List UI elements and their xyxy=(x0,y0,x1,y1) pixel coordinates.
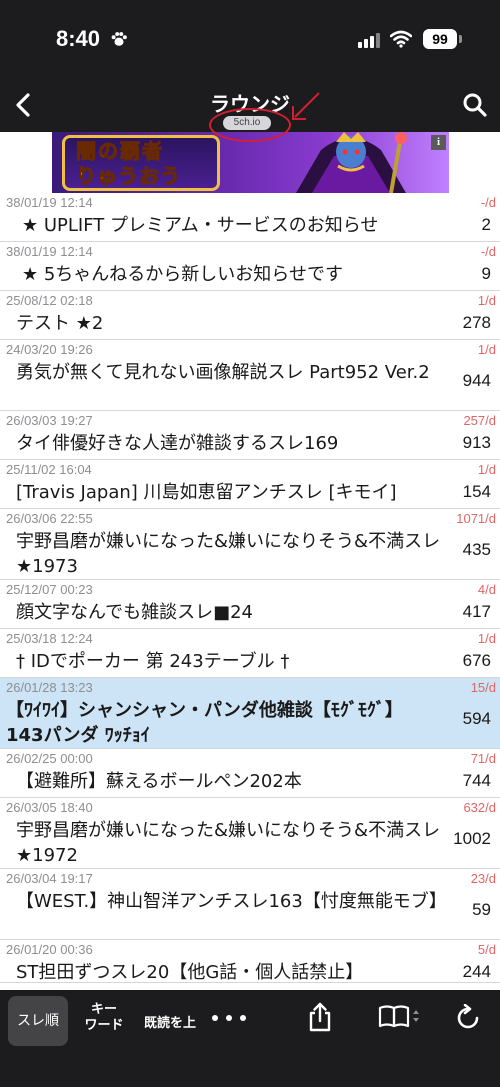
thread-row[interactable]: 25/11/02 16:04 1/d [Travis Japan] 川島如恵留アンチ… xyxy=(0,460,500,509)
keyword-label-line1: キー xyxy=(90,1002,117,1017)
cellular-signal-icon xyxy=(358,32,380,48)
thread-response-count: 59 xyxy=(472,900,491,919)
more-icon[interactable] xyxy=(212,1008,246,1028)
thread-row[interactable]: 38/01/19 12:14 -/d ★ UPLIFT プレミアム・サービスのお知ら… xyxy=(0,193,500,242)
thread-response-count: 244 xyxy=(462,962,491,981)
thread-date: 25/03/18 12:24 xyxy=(6,631,93,646)
thread-title: 宇野昌磨が嫌いになった&嫌いになりそう&不満スレ★1973 xyxy=(16,531,441,577)
search-icon[interactable] xyxy=(462,92,488,118)
thread-rate: 15/d xyxy=(470,680,496,695)
thread-title: ★ 5ちゃんねるから新しいお知らせです xyxy=(22,264,343,285)
thread-row[interactable]: 25/08/12 02:18 1/d テスト ★2 278 xyxy=(0,291,500,340)
thread-rate: 1/d xyxy=(477,342,496,357)
thread-rate: 257/d xyxy=(463,413,496,428)
thread-date: 24/03/20 19:26 xyxy=(6,342,93,357)
thread-rate: 71/d xyxy=(470,751,496,766)
thread-response-count: 944 xyxy=(462,371,491,390)
status-time: 8:40 xyxy=(56,26,101,51)
thread-response-count: 154 xyxy=(462,482,491,501)
thread-list-area[interactable]: 闇の覇者 りゅうおう i 38/01/19 12:14 -/d ★ UPLIFT プ… xyxy=(0,132,500,990)
thread-rate: 4/d xyxy=(477,582,496,597)
thread-rate: -/d xyxy=(480,244,496,259)
thread-row[interactable]: 26/03/06 22:55 1071/d 宇野昌磨が嫌いになった&嫌いになりそう&… xyxy=(0,509,500,580)
thread-rate: -/d xyxy=(480,195,496,210)
thread-response-count: 676 xyxy=(462,651,491,670)
sort-thread-order-button[interactable]: スレ順 xyxy=(8,996,68,1046)
thread-row[interactable]: 26/02/25 00:00 71/d 【避難所】蘇えるボールペン202本 744 xyxy=(0,749,500,798)
thread-rate: 1/d xyxy=(477,293,496,308)
thread-date: 26/01/28 13:23 xyxy=(6,680,93,695)
status-bar: 8:40 99 xyxy=(0,0,500,80)
thread-date: 26/02/25 00:00 xyxy=(6,751,93,766)
thread-title: タイ俳優好きな人達が雑談するスレ169 xyxy=(16,433,339,454)
thread-title: 【避難所】蘇えるボールペン202本 xyxy=(16,771,302,792)
thread-response-count: 278 xyxy=(462,313,491,332)
thread-title: テスト ★2 xyxy=(16,313,104,334)
battery-tip xyxy=(459,35,462,43)
annotation-circle xyxy=(209,108,291,142)
thread-row[interactable]: 26/03/05 18:40 632/d 宇野昌磨が嫌いになった&嫌いになりそう&不… xyxy=(0,798,500,869)
thread-list: 38/01/19 12:14 -/d ★ UPLIFT プレミアム・サービスのお知ら… xyxy=(0,193,500,983)
wifi-icon xyxy=(390,30,412,48)
annotation-arrow-icon xyxy=(292,92,320,120)
ad-info-button[interactable]: i xyxy=(431,135,446,150)
thread-date: 25/08/12 02:18 xyxy=(6,293,93,308)
thread-response-count: 417 xyxy=(462,602,491,621)
thread-title: 顔文字なんでも雑談スレ■24 xyxy=(16,602,254,623)
bookmarks-icon[interactable] xyxy=(378,1004,420,1030)
share-icon[interactable] xyxy=(306,1002,334,1032)
thread-title: 【WEST.】神山智洋アンチスレ163【忖度無能モブ】 xyxy=(16,891,447,912)
battery-icon: 99 xyxy=(423,29,457,49)
thread-title: ★ UPLIFT プレミアム・サービスのお知らせ xyxy=(22,215,379,236)
thread-rate: 23/d xyxy=(470,871,496,886)
thread-date: 25/12/07 00:23 xyxy=(6,582,93,597)
thread-response-count: 9 xyxy=(481,264,491,283)
thread-row[interactable]: 26/01/28 13:23 15/d 【ﾜｲﾜｲ】シャンシャン・パンダ他雑談【ﾓｸ… xyxy=(0,678,500,749)
thread-response-count: 435 xyxy=(462,540,491,559)
thread-row[interactable]: 26/03/03 19:27 257/d タイ俳優好きな人達が雑談するスレ169 91… xyxy=(0,411,500,460)
bottom-toolbar: スレ順 キー ワード 既読を上 xyxy=(0,990,500,1087)
thread-rate: 5/d xyxy=(477,942,496,957)
thread-date: 26/03/06 22:55 xyxy=(6,511,93,526)
thread-row[interactable]: 25/03/18 12:24 1/d † IDでポーカー 第 243テーブル † 67… xyxy=(0,629,500,678)
thread-date: 25/11/02 16:04 xyxy=(6,462,92,477)
paw-icon xyxy=(111,32,127,46)
thread-rate: 1/d xyxy=(477,631,496,646)
thread-response-count: 594 xyxy=(462,709,491,728)
thread-title: 【ﾜｲﾜｲ】シャンシャン・パンダ他雑談【ﾓｸﾞﾓｸﾞ】143パンダ ﾜｯﾁｮｲ xyxy=(6,700,403,746)
thread-response-count: 1002 xyxy=(453,829,491,848)
thread-date: 26/03/04 19:17 xyxy=(6,871,93,886)
keyword-button[interactable]: キー ワード xyxy=(80,1002,128,1034)
dragonlord-figure-icon xyxy=(296,132,407,193)
thread-date: 38/01/19 12:14 xyxy=(6,244,93,259)
thread-title: 勇気が無くて見れない画像解説スレ Part952 Ver.2 xyxy=(16,362,430,383)
read-on-top-button[interactable]: 既読を上 xyxy=(140,1012,200,1031)
keyword-label-line2: ワード xyxy=(84,1018,124,1033)
thread-date: 26/03/05 18:40 xyxy=(6,800,93,815)
reload-icon[interactable] xyxy=(454,1004,482,1032)
thread-date: 26/01/20 00:36 xyxy=(6,942,93,957)
thread-rate: 1/d xyxy=(477,462,496,477)
thread-response-count: 913 xyxy=(462,433,491,452)
thread-title: ST担田ずつスレ20【他G話・個人話禁止】 xyxy=(16,962,364,983)
thread-title: † IDでポーカー 第 243テーブル † xyxy=(16,651,290,672)
thread-row[interactable]: 24/03/20 19:26 1/d 勇気が無くて見れない画像解説スレ Part95… xyxy=(0,340,500,411)
thread-rate: 1071/d xyxy=(456,511,496,526)
thread-row[interactable]: 25/12/07 00:23 4/d 顔文字なんでも雑談スレ■24 417 xyxy=(0,580,500,629)
ad-title-line2: りゅうおう xyxy=(76,164,181,189)
thread-title: [Travis Japan] 川島如恵留アンチスレ [キモイ] xyxy=(16,482,397,503)
thread-title: 宇野昌磨が嫌いになった&嫌いになりそう&不満スレ★1972 xyxy=(16,820,441,866)
thread-row[interactable]: 26/01/20 00:36 5/d ST担田ずつスレ20【他G話・個人話禁止】 24… xyxy=(0,940,500,983)
thread-date: 26/03/03 19:27 xyxy=(6,413,93,428)
thread-rate: 632/d xyxy=(463,800,496,815)
thread-date: 38/01/19 12:14 xyxy=(6,195,93,210)
thread-row[interactable]: 26/03/04 19:17 23/d 【WEST.】神山智洋アンチスレ163【忖度… xyxy=(0,869,500,940)
thread-row[interactable]: 38/01/19 12:14 -/d ★ 5ちゃんねるから新しいお知らせです 9 xyxy=(0,242,500,291)
thread-response-count: 2 xyxy=(481,215,491,234)
thread-response-count: 744 xyxy=(462,771,491,790)
